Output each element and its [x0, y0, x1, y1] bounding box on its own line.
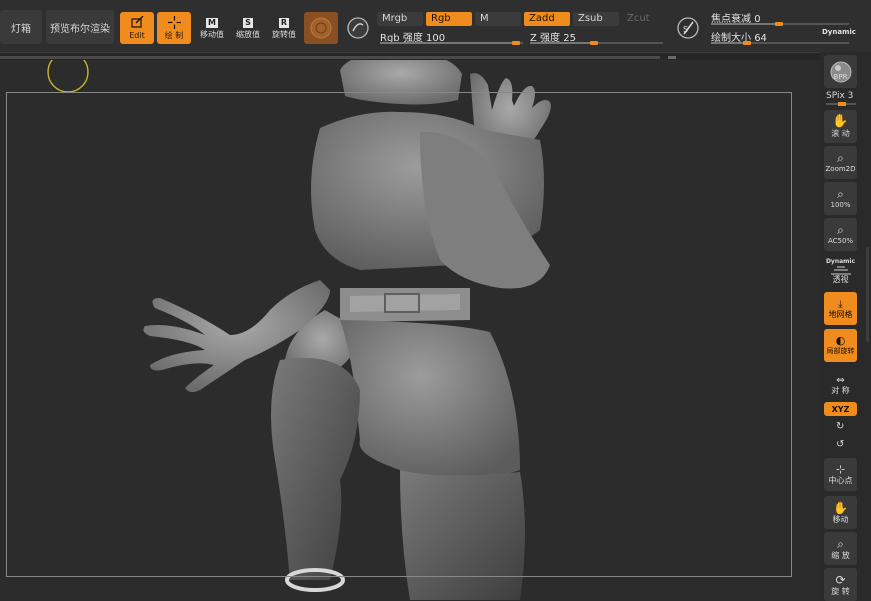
center-target-icon: ⊹ — [835, 463, 846, 476]
mrgb-toggle[interactable]: Mrgb — [377, 12, 423, 26]
spix-control[interactable]: SPix 3 — [826, 91, 853, 101]
z-intensity-knob[interactable] — [590, 41, 598, 45]
material-sphere-icon — [310, 17, 332, 39]
scale-label: 缩放值 — [236, 29, 260, 39]
local-rotate-label: 局部旋转 — [826, 347, 855, 355]
center-button[interactable]: ⊹ 中心点 — [824, 458, 857, 491]
scale-view-button[interactable]: ⌕ 缩 放 — [824, 532, 857, 565]
ac50-label: AC50% — [827, 237, 854, 245]
ac50-button[interactable]: ⌕ AC50% — [824, 218, 857, 251]
spix-knob[interactable] — [838, 102, 846, 106]
svg-text:S: S — [683, 25, 688, 34]
lightbox-button[interactable]: 灯箱 — [0, 10, 42, 44]
rotate-label: 旋转值 — [272, 29, 296, 39]
edit-button[interactable]: Edit — [120, 12, 154, 44]
shelf-scrollbar[interactable] — [866, 247, 869, 342]
rotate-key-icon: R — [278, 17, 290, 28]
draw-size-slider[interactable]: 绘制大小 64 — [711, 29, 849, 47]
move-label: 移动值 — [200, 29, 224, 39]
stroke-button[interactable]: S — [674, 14, 702, 42]
rgb-intensity-slider[interactable]: Rgb 强度 100 — [380, 29, 525, 47]
viewport-canvas[interactable] — [0, 60, 820, 600]
zadd-toggle[interactable]: Zadd — [524, 12, 570, 26]
floor-label: 地网格 — [828, 309, 853, 319]
focal-shift-slider[interactable]: 焦点衰减 0 — [711, 10, 849, 28]
material-button[interactable] — [304, 12, 338, 44]
rotate-z-icon[interactable]: ↺ — [836, 439, 844, 450]
move-view-label: 移动 — [832, 514, 849, 524]
ruler-handle[interactable] — [668, 56, 676, 59]
cursor-ring — [47, 60, 89, 93]
m-toggle[interactable]: M — [475, 12, 521, 26]
floor-button[interactable]: ⤓ 地网格 — [824, 292, 857, 325]
dynamic-persp-label: Dynamic — [825, 258, 856, 265]
spix-value: 3 — [847, 91, 854, 101]
rotate-view-button[interactable]: ⟳ 旋 转 — [824, 568, 857, 601]
draw-label: 绘 制 — [164, 31, 184, 40]
scale-button[interactable]: S 缩放值 — [232, 12, 264, 44]
pen-stroke-icon: S — [677, 17, 699, 39]
zoom2d-button[interactable]: ⌕ Zoom2D — [824, 146, 857, 179]
spix-track[interactable] — [826, 102, 856, 106]
move-key-icon: M — [206, 17, 218, 28]
ruler-track — [0, 56, 660, 59]
bpr-button[interactable]: BPR — [824, 55, 857, 88]
perspective-button[interactable]: Dynamic 透视 — [824, 254, 857, 287]
lightbox-label: 灯箱 — [11, 23, 31, 35]
edit-icon — [131, 16, 144, 28]
scale-view-icon: ⌕ — [837, 536, 844, 551]
zoom-icon: ⌕ — [837, 151, 844, 165]
zcut-toggle[interactable]: Zcut — [622, 12, 662, 26]
color-sphere-button[interactable] — [344, 14, 372, 42]
bpr-preview-label: 预览布尔渲染 — [50, 23, 110, 35]
dynamic-size-toggle[interactable]: Dynamic — [822, 28, 862, 36]
zoom100-label: 100% — [830, 201, 851, 209]
move-view-button[interactable]: ✋ 移动 — [824, 496, 857, 529]
move-hand-icon: ✋ — [833, 500, 848, 515]
local-rotate-button[interactable]: ◐ 局部旋转 — [824, 329, 857, 362]
rotate-button[interactable]: R 旋转值 — [268, 12, 300, 44]
z-intensity-slider[interactable]: Z 强度 25 — [530, 29, 665, 47]
hand-icon: ✋ — [832, 114, 849, 129]
draw-button[interactable]: 绘 制 — [157, 12, 191, 44]
bpr-label: BPR — [833, 73, 848, 81]
right-shelf: BPR SPix 3 ✋ 滚 动 ⌕ Zoom2D ⌕ 100% ⌕ AC50%… — [820, 52, 871, 601]
symmetry-button[interactable]: ⇔ 对 称 — [824, 368, 857, 401]
document-frame — [6, 92, 792, 577]
scroll-button[interactable]: ✋ 滚 动 — [824, 110, 857, 143]
xyz-label: XYZ — [831, 404, 850, 414]
color-sphere-icon — [347, 17, 369, 39]
center-label: 中心点 — [828, 476, 853, 485]
rotate-view-icon: ⟳ — [835, 572, 846, 587]
focal-shift-knob[interactable] — [775, 22, 783, 26]
local-rotate-icon: ◐ — [835, 334, 846, 347]
rgb-toggle[interactable]: Rgb — [426, 12, 472, 26]
rotate-view-label: 旋 转 — [831, 586, 850, 596]
rotate-y-icon[interactable]: ↻ — [836, 421, 844, 432]
zoom100-icon: ⌕ — [837, 187, 844, 201]
symmetry-arrows-icon: ⇔ — [836, 374, 845, 386]
zoom2d-label: Zoom2D — [825, 165, 856, 173]
spix-label: SPix — [826, 91, 845, 101]
zoom100-button[interactable]: ⌕ 100% — [824, 182, 857, 215]
rgb-intensity-knob[interactable] — [512, 41, 520, 45]
scale-view-label: 缩 放 — [831, 550, 850, 560]
floor-arrow-icon: ⤓ — [838, 298, 843, 310]
xyz-button[interactable]: XYZ — [824, 402, 857, 416]
top-toolbar: 灯箱 预览布尔渲染 Edit 绘 制 M 移动值 S 缩放值 R 旋转值 Mrg… — [0, 0, 871, 52]
draw-size-knob[interactable] — [743, 41, 751, 45]
zsub-toggle[interactable]: Zsub — [573, 12, 619, 26]
perspective-grid-icon — [830, 266, 851, 275]
scroll-label: 滚 动 — [831, 129, 850, 138]
bpr-preview-button[interactable]: 预览布尔渲染 — [46, 10, 114, 44]
draw-crosshair-icon — [167, 16, 181, 29]
scale-key-icon: S — [243, 17, 253, 28]
symmetry-label: 对 称 — [831, 385, 850, 395]
perspective-label: 透视 — [832, 275, 849, 284]
edit-label: Edit — [129, 31, 145, 40]
ac50-icon: ⌕ — [837, 223, 844, 237]
move-button[interactable]: M 移动值 — [196, 12, 228, 44]
